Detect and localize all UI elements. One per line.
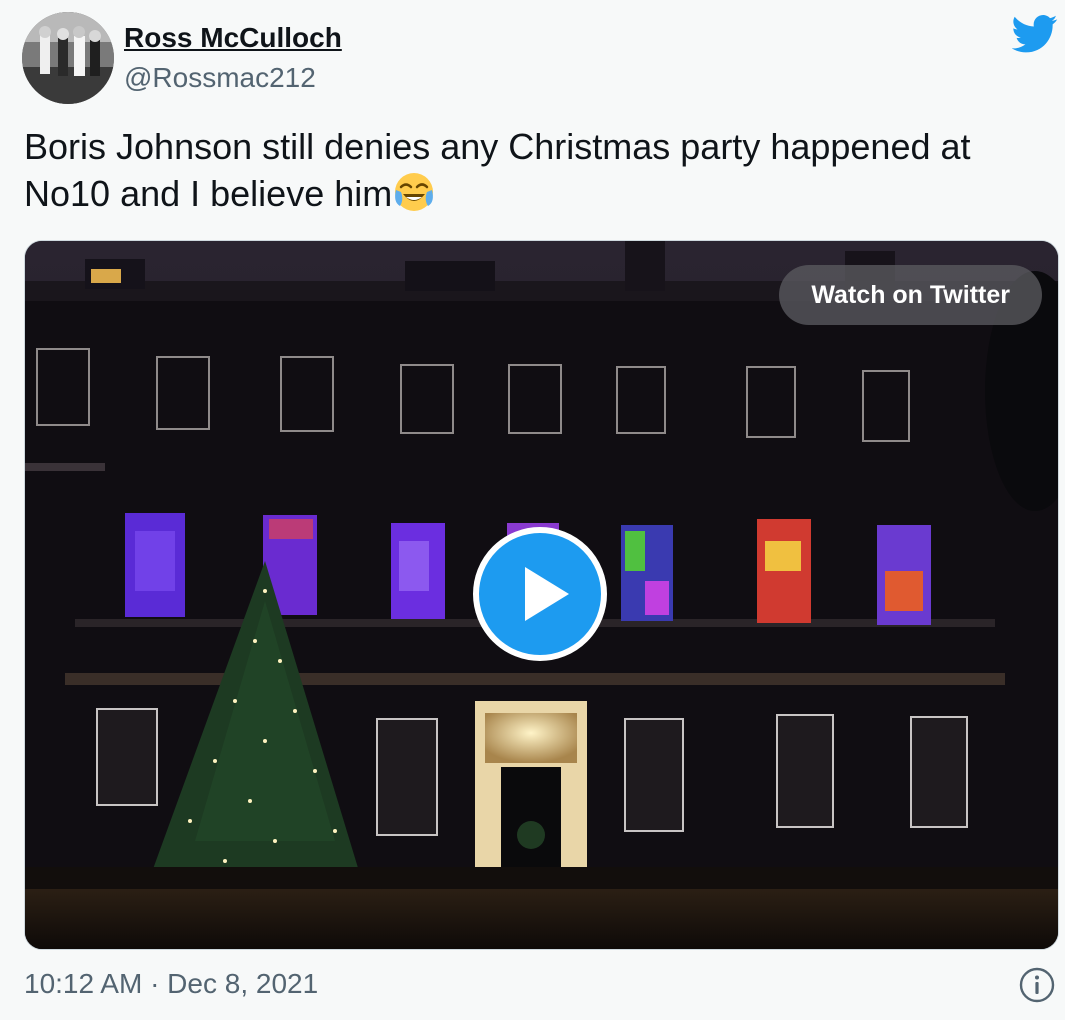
tweet-body: Boris Johnson still denies any Christmas… — [24, 126, 971, 214]
avatar[interactable] — [22, 12, 114, 104]
user-handle[interactable]: @Rossmac212 — [124, 62, 316, 94]
tweet-embed: Ross McCulloch @Rossmac212 Boris Johnson… — [0, 0, 1065, 1020]
twitter-bird-icon[interactable] — [1011, 14, 1058, 54]
info-icon[interactable] — [1018, 966, 1056, 1004]
watch-on-twitter-button[interactable]: Watch on Twitter — [779, 265, 1042, 325]
play-icon[interactable] — [473, 527, 607, 661]
display-name[interactable]: Ross McCulloch — [124, 22, 342, 54]
tweet-timestamp[interactable]: 10:12 AM · Dec 8, 2021 — [24, 968, 318, 1000]
face-with-tears-of-joy-icon — [392, 170, 436, 214]
video-player[interactable]: Watch on Twitter — [24, 240, 1059, 950]
tweet-text: Boris Johnson still denies any Christmas… — [24, 124, 1044, 217]
